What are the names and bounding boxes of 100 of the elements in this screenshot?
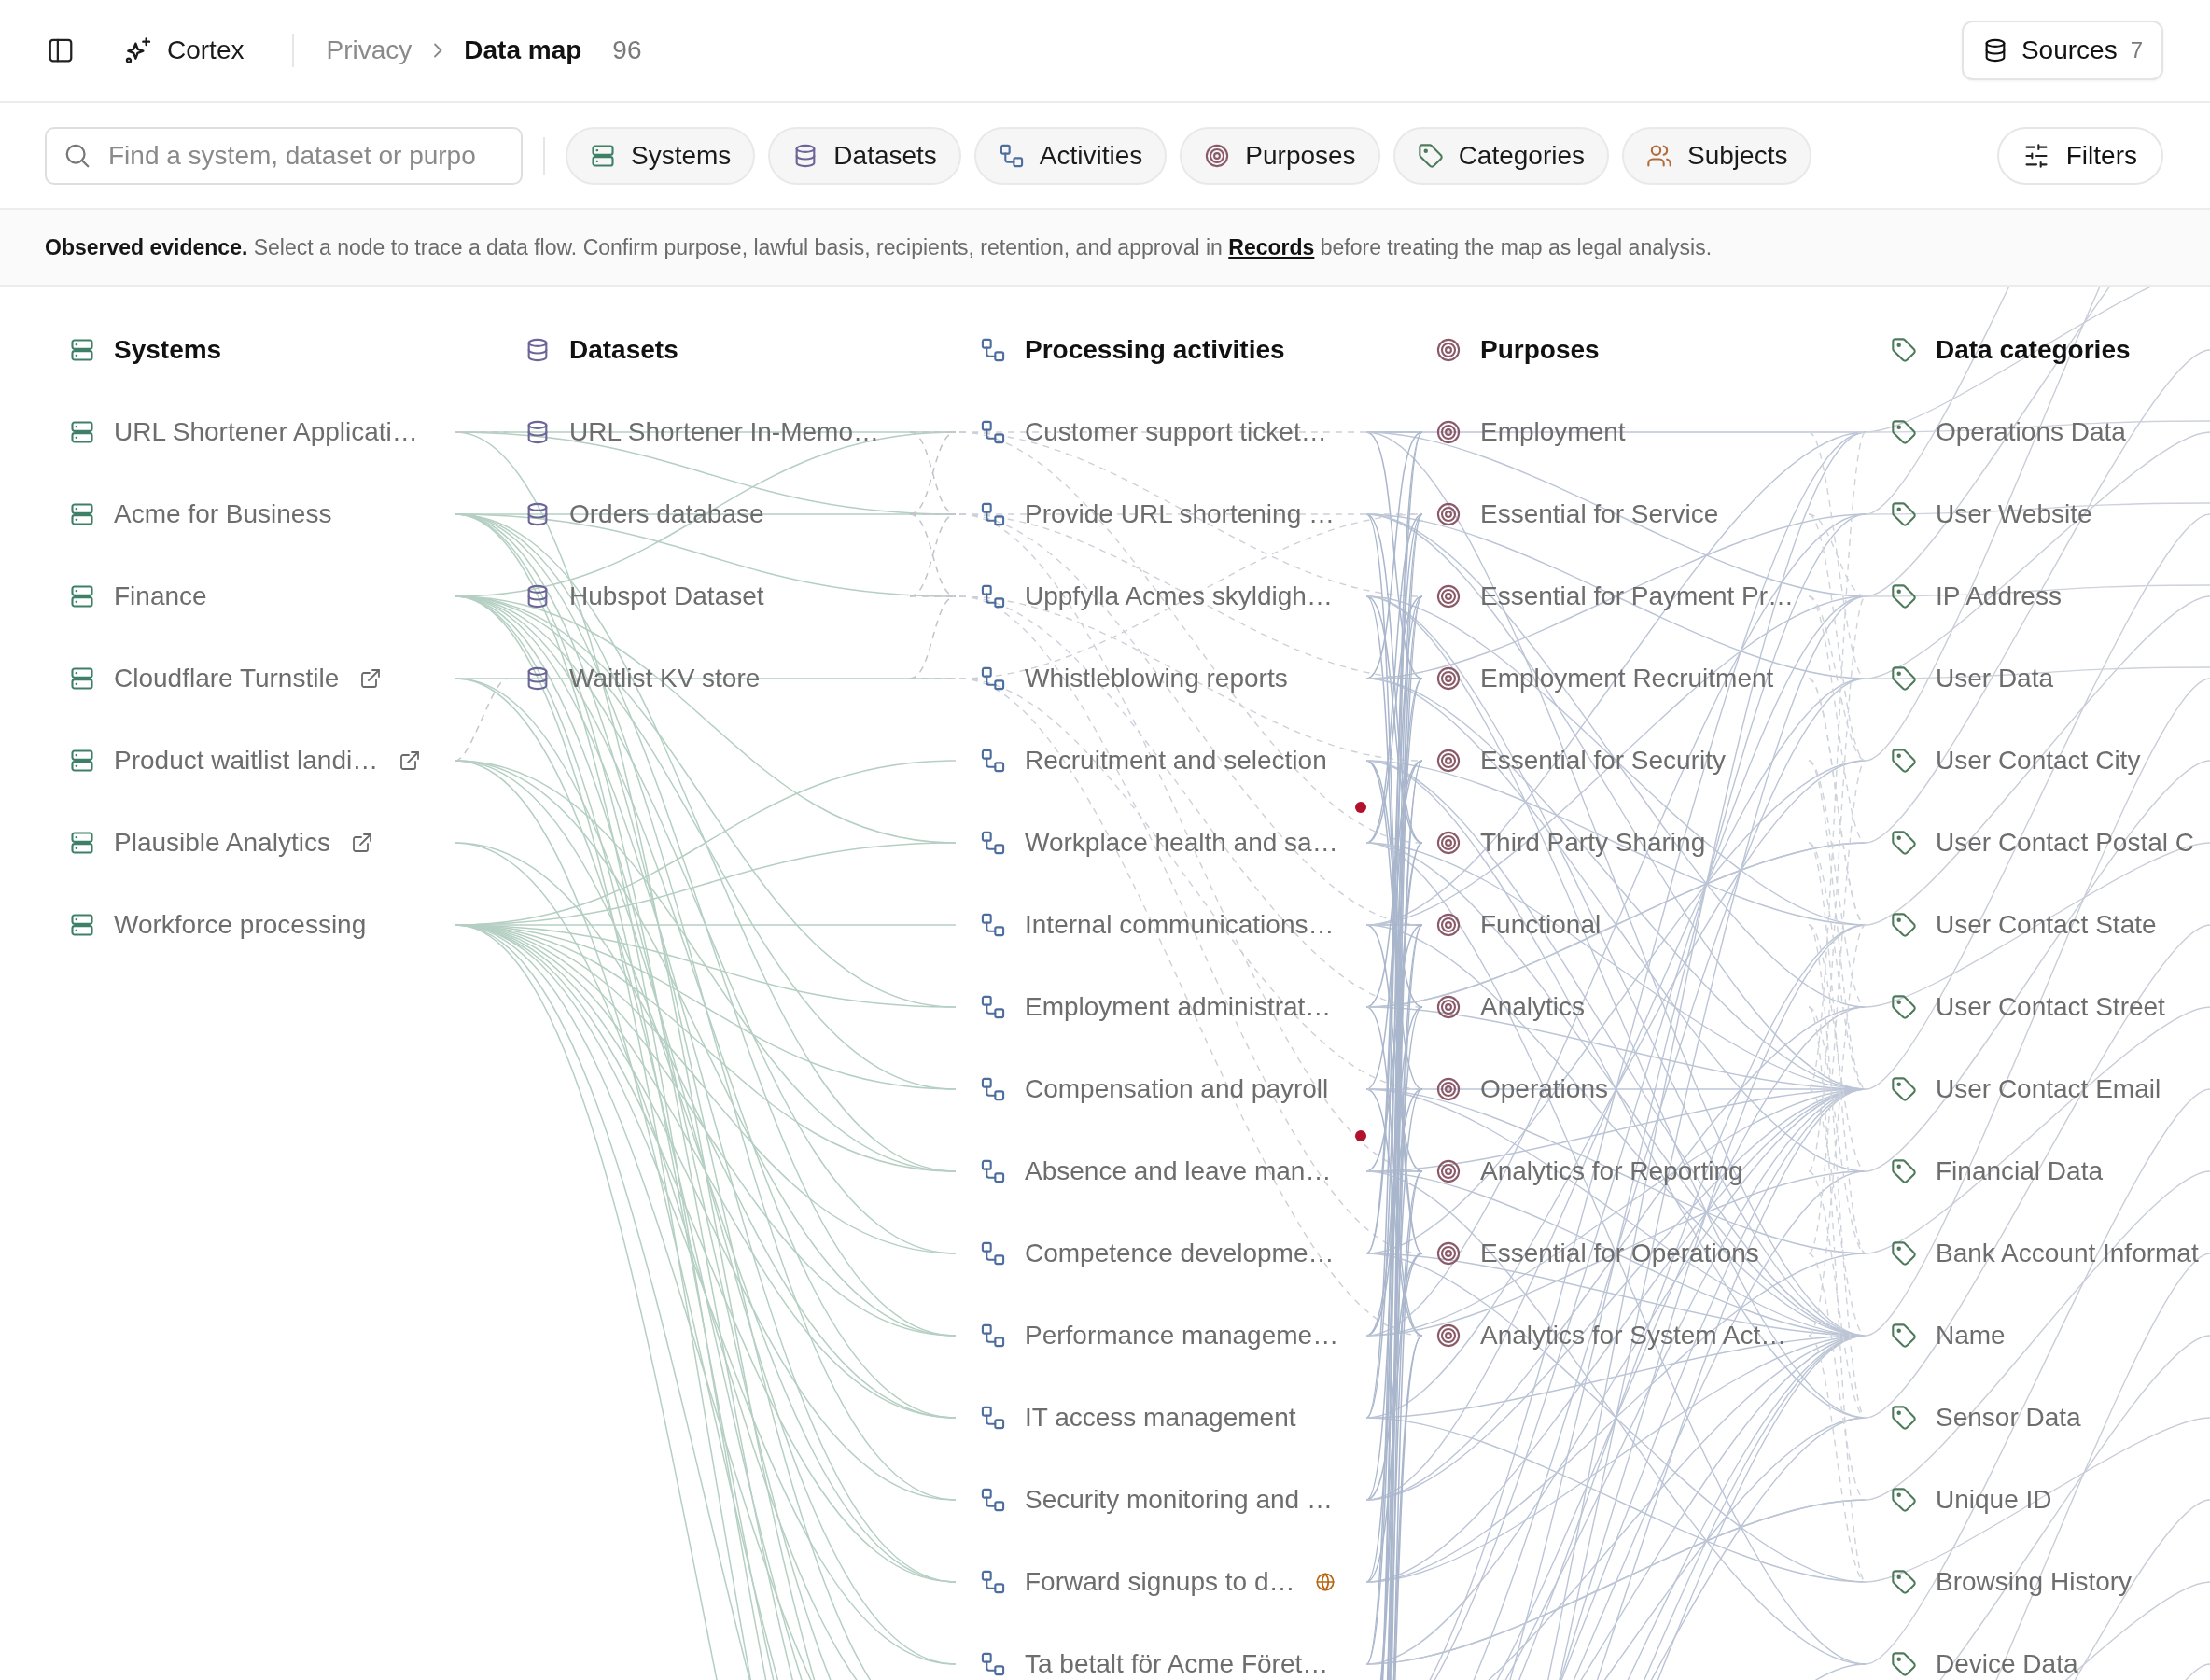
map-node[interactable]: Recruitment and selection [1025, 741, 1327, 780]
map-node[interactable]: Orders database [569, 495, 764, 534]
tag-icon [1891, 1651, 1917, 1677]
server-icon [69, 912, 95, 938]
flow-icon [980, 1076, 1006, 1102]
flow-icon [980, 501, 1006, 527]
external-link-icon[interactable] [359, 667, 383, 690]
tag-icon [1891, 748, 1917, 774]
map-node[interactable]: Essential for Payment Pr… [1480, 577, 1795, 616]
target-icon [1435, 748, 1462, 774]
map-node[interactable]: Hubspot Dataset [569, 577, 764, 616]
map-node[interactable]: Waitlist KV store [569, 659, 761, 698]
server-icon [69, 501, 95, 527]
map-node[interactable]: User Website [1936, 495, 2092, 534]
map-node[interactable]: User Contact Email [1936, 1070, 2161, 1109]
flow-icon [980, 419, 1006, 445]
map-node[interactable]: User Contact State [1936, 905, 2157, 945]
sliders-icon [2022, 142, 2049, 169]
tag-icon [1891, 665, 1917, 692]
map-node[interactable]: Third Party Sharing [1480, 823, 1706, 862]
map-node[interactable]: Internal communications… [1025, 905, 1335, 945]
tag-icon [1891, 1076, 1917, 1102]
sources-button[interactable]: Sources 7 [1961, 21, 2163, 80]
map-node[interactable]: User Contact City [1936, 741, 2141, 780]
map-node[interactable]: Absence and leave man… [1025, 1152, 1332, 1191]
column-heading: Systems [114, 334, 222, 366]
map-node[interactable]: User Contact Postal C [1936, 823, 2194, 862]
map-node[interactable]: Customer support ticket… [1025, 413, 1327, 452]
filter-chip[interactable]: Activities [973, 126, 1168, 185]
map-node[interactable]: Essential for Security [1480, 741, 1726, 780]
map-node[interactable]: Device Data [1936, 1645, 2078, 1680]
map-node[interactable]: Competence developme… [1025, 1234, 1335, 1273]
map-node[interactable]: IT access management [1025, 1398, 1296, 1437]
map-node[interactable]: Plausible Analytics [114, 823, 330, 862]
flow-icon [980, 1569, 1006, 1595]
tag-icon [1891, 337, 1917, 363]
flow-icon [980, 583, 1006, 609]
map-node[interactable]: Whistleblowing reports [1025, 659, 1288, 698]
tag-icon [1891, 1323, 1917, 1349]
server-icon [590, 142, 616, 169]
server-icon [69, 748, 95, 774]
sidebar-icon [47, 36, 75, 64]
map-node[interactable]: Workforce processing [114, 905, 367, 945]
map-node[interactable]: Analytics [1480, 987, 1586, 1027]
map-node[interactable]: Acme for Business [114, 495, 332, 534]
map-node[interactable]: Sensor Data [1936, 1398, 2081, 1437]
map-node[interactable]: Uppfylla Acmes skyldigh… [1025, 577, 1333, 616]
map-node[interactable]: Browsing History [1936, 1562, 2133, 1602]
map-node[interactable]: Essential for Operations [1480, 1234, 1759, 1273]
map-node[interactable]: Operations [1480, 1070, 1608, 1109]
breadcrumb-link[interactable]: Privacy [326, 31, 413, 70]
map-node[interactable]: Analytics for Reporting [1480, 1152, 1743, 1191]
app-name: Cortex [167, 35, 245, 66]
tag-icon [1891, 1240, 1917, 1267]
map-node[interactable]: URL Shortener Applicati… [114, 413, 418, 452]
map-node[interactable]: Functional [1480, 905, 1602, 945]
map-node[interactable]: Bank Account Informat [1936, 1234, 2199, 1273]
map-node[interactable]: Forward signups to d… [1025, 1562, 1295, 1602]
tag-icon [1891, 830, 1917, 856]
external-link-icon[interactable] [350, 832, 373, 854]
flow-icon [980, 830, 1006, 856]
map-node[interactable]: Employment [1480, 413, 1626, 452]
map-node[interactable]: Security monitoring and … [1025, 1480, 1333, 1519]
map-node[interactable]: Name [1936, 1316, 2006, 1355]
filter-chip[interactable]: Subjects [1622, 126, 1812, 185]
filter-chip[interactable]: Purposes [1180, 126, 1380, 185]
records-link[interactable]: Records [1228, 234, 1315, 259]
map-node[interactable]: Product waitlist landi… [114, 741, 379, 780]
search-field[interactable]: Find a system, dataset or purpo [45, 126, 523, 185]
map-node[interactable]: User Data [1936, 659, 2054, 698]
map-node[interactable]: Employment Recruitment [1480, 659, 1774, 698]
filter-chip[interactable]: Systems [566, 126, 756, 185]
filter-chip[interactable]: Categories [1392, 126, 1610, 185]
map-node[interactable]: Finance [114, 577, 207, 616]
map-node[interactable]: Cloudflare Turnstile [114, 659, 340, 698]
map-node[interactable]: Ta betalt för Acme Föret… [1025, 1645, 1329, 1680]
sidebar-toggle-button[interactable] [47, 36, 75, 64]
flow-icon [980, 1487, 1006, 1513]
flow-icon [980, 994, 1006, 1020]
server-icon [69, 665, 95, 692]
column-heading: Data categories [1936, 334, 2131, 366]
filter-chip[interactable]: Datasets [768, 126, 961, 185]
map-node[interactable]: User Contact Street [1936, 987, 2165, 1027]
tag-icon [1891, 583, 1917, 609]
map-node[interactable]: Workplace health and sa… [1025, 823, 1338, 862]
map-node[interactable]: Performance manageme… [1025, 1316, 1339, 1355]
filters-button[interactable]: Filters [1996, 126, 2163, 185]
map-node[interactable]: Provide URL shortening … [1025, 495, 1335, 534]
map-node[interactable]: URL Shortener In-Memo… [569, 413, 879, 452]
tag-icon [1891, 1487, 1917, 1513]
map-node[interactable]: Financial Data [1936, 1152, 2103, 1191]
map-node[interactable]: IP Address [1936, 577, 2062, 616]
map-node[interactable]: Employment administrat… [1025, 987, 1332, 1027]
map-node[interactable]: Compensation and payroll [1025, 1070, 1329, 1109]
map-node[interactable]: Essential for Service [1480, 495, 1719, 534]
flow-icon [980, 665, 1006, 692]
map-node[interactable]: Operations Data [1936, 413, 2126, 452]
map-node[interactable]: Analytics for System Act… [1480, 1316, 1787, 1355]
external-link-icon[interactable] [399, 749, 422, 772]
map-node[interactable]: Unique ID [1936, 1480, 2052, 1519]
